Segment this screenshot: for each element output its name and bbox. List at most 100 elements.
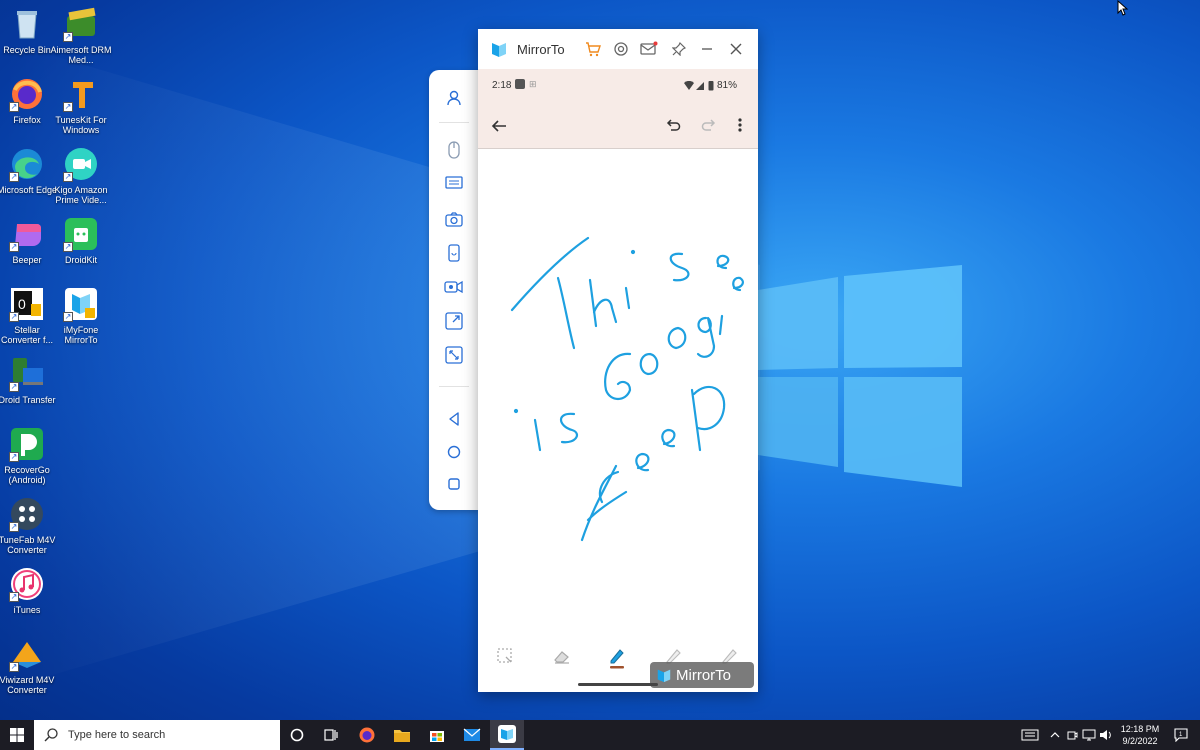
camera-icon[interactable] [443, 208, 465, 230]
mail-icon[interactable] [640, 40, 658, 58]
meet-now-icon[interactable] [1064, 720, 1080, 750]
recycle-bin-icon [9, 6, 45, 42]
show-hidden-icons-chevron-icon[interactable] [1048, 720, 1062, 750]
desktop-icon-tuneskit[interactable]: ↗ TunesKit For Windows [50, 76, 112, 135]
taskbar-mail[interactable] [455, 720, 489, 750]
beeper-icon: ↗ [9, 216, 45, 252]
tunefab-icon: ↗ [9, 496, 45, 532]
desktop-icon-label: Aimersoft DRM Med... [50, 45, 112, 65]
home-nav-icon[interactable] [443, 441, 465, 463]
firefox-icon: ↗ [9, 76, 45, 112]
mirrorto-watermark: MirrorTo [650, 662, 754, 688]
desktop-icon-droid-transfer[interactable]: ↗ Droid Transfer [0, 356, 58, 405]
network-icon[interactable] [1081, 720, 1097, 750]
battery-icon [708, 81, 714, 91]
desktop-icon-label: TuneFab M4V Converter [0, 535, 56, 555]
desktop-icon-recovergo[interactable]: ↗ RecoverGo (Android) [0, 426, 58, 485]
recovergo-icon: ↗ [9, 426, 45, 462]
taskbar-search-box[interactable]: Type here to search [34, 720, 280, 750]
phone-status-bar: 2:18 ⊞ 81% [478, 69, 758, 103]
desktop-icon-label: Droid Transfer [0, 395, 56, 405]
droidkit-icon: ↗ [63, 216, 99, 252]
redo-icon[interactable] [701, 117, 717, 138]
droid-transfer-icon: ↗ [9, 356, 45, 392]
folder-icon [394, 730, 410, 742]
mouse-cursor-icon [1117, 0, 1129, 16]
drawing-canvas[interactable] [478, 150, 758, 638]
pin-icon[interactable] [670, 40, 688, 58]
start-button[interactable] [0, 720, 34, 750]
kigo-icon: ↗ [63, 146, 99, 182]
wifi-signal-icon [684, 81, 704, 90]
expand-window-icon[interactable] [443, 310, 465, 332]
desktop-icon-mirrorto[interactable]: ↗ iMyFone MirrorTo [50, 286, 112, 345]
keyboard-icon[interactable] [443, 172, 465, 194]
taskbar-file-explorer[interactable] [385, 720, 419, 750]
desktop-icon-aimersoft[interactable]: ↗ Aimersoft DRM Med... [50, 6, 112, 65]
desktop-icon-itunes[interactable]: ↗ iTunes [0, 566, 58, 615]
desktop-icon-tunefab[interactable]: ↗ TuneFab M4V Converter [0, 496, 58, 555]
more-options-icon[interactable] [737, 117, 743, 138]
mirrorto-window: MirrorTo 2:18 ⊞ 81% MirrorTo [478, 29, 758, 692]
minimize-icon[interactable] [698, 40, 716, 58]
cart-icon[interactable] [584, 40, 602, 58]
handwriting-strokes [510, 236, 744, 542]
svg-text:0: 0 [18, 296, 26, 312]
mail-icon [463, 728, 481, 741]
phone-time: 2:18 [492, 80, 512, 91]
user-icon[interactable] [443, 87, 465, 109]
keyboard-layout-icon[interactable] [1018, 720, 1042, 750]
desktop-icon-droidkit[interactable]: ↗ DroidKit [50, 216, 112, 265]
mirrorto-side-toolbar [429, 70, 479, 510]
video-record-icon[interactable] [443, 276, 465, 298]
mirrorto-logo-icon [492, 43, 506, 57]
edge-icon: ↗ [9, 146, 45, 182]
back-nav-icon[interactable] [443, 408, 465, 430]
select-tool-icon[interactable] [496, 647, 514, 665]
clock-time: 12:18 PM [1120, 724, 1160, 734]
desktop-icon-label: DroidKit [64, 255, 97, 265]
desktop-icon-label: Viwizard M4V Converter [0, 675, 55, 695]
notification-icon: ⊞ [529, 79, 537, 89]
pen-tool-icon[interactable] [608, 647, 626, 669]
aimersoft-drm-icon: ↗ [63, 6, 99, 42]
search-placeholder: Type here to search [68, 729, 166, 741]
mirrorto-logo-icon [657, 669, 671, 683]
undo-icon[interactable] [665, 117, 681, 138]
settings-gear-icon[interactable] [612, 40, 630, 58]
notification-center-icon[interactable]: 1 [1168, 720, 1194, 750]
store-icon [430, 731, 444, 742]
desktop-icon-viwizard[interactable]: ↗ Viwizard M4V Converter [0, 636, 58, 695]
search-icon [44, 728, 58, 742]
side-toolbar-divider [439, 386, 469, 387]
desktop-icon-kigo[interactable]: ↗ Kigo Amazon Prime Vide... [50, 146, 112, 205]
firefox-icon [359, 727, 375, 743]
fullscreen-icon[interactable] [443, 344, 465, 366]
desktop-icon-label: Beeper [12, 255, 42, 265]
cortana-circle-icon [290, 728, 304, 742]
cortana-button[interactable] [280, 720, 314, 750]
back-arrow-icon[interactable] [490, 117, 508, 140]
close-icon[interactable] [727, 40, 745, 58]
taskbar-store[interactable] [420, 720, 454, 750]
taskbar: Type here to search 12:18 PM 9/2/2022 1 [0, 720, 1200, 750]
task-view-button[interactable] [314, 720, 348, 750]
itunes-icon: ↗ [9, 566, 45, 602]
taskbar-clock[interactable]: 12:18 PM 9/2/2022 [1115, 723, 1165, 747]
screen-rotate-icon[interactable] [443, 242, 465, 264]
eraser-tool-icon[interactable] [552, 647, 570, 665]
mirrorto-app-icon [498, 725, 516, 743]
taskbar-mirrorto[interactable] [490, 720, 524, 750]
volume-icon[interactable] [1098, 720, 1114, 750]
clock-date: 9/2/2022 [1122, 736, 1158, 746]
viwizard-icon: ↗ [9, 636, 45, 672]
mouse-icon[interactable] [443, 139, 465, 161]
taskbar-firefox[interactable] [350, 720, 384, 750]
desktop-icon-label: Microsoft Edge [0, 185, 58, 195]
recent-apps-icon[interactable] [443, 473, 465, 495]
desktop-icon-label: TunesKit For Windows [55, 115, 107, 135]
gesture-navigation-bar[interactable] [578, 683, 658, 686]
svg-text:1: 1 [1179, 732, 1183, 738]
mirrorto-app-icon: ↗ [63, 286, 99, 322]
mirrorto-titlebar[interactable]: MirrorTo [478, 29, 758, 69]
